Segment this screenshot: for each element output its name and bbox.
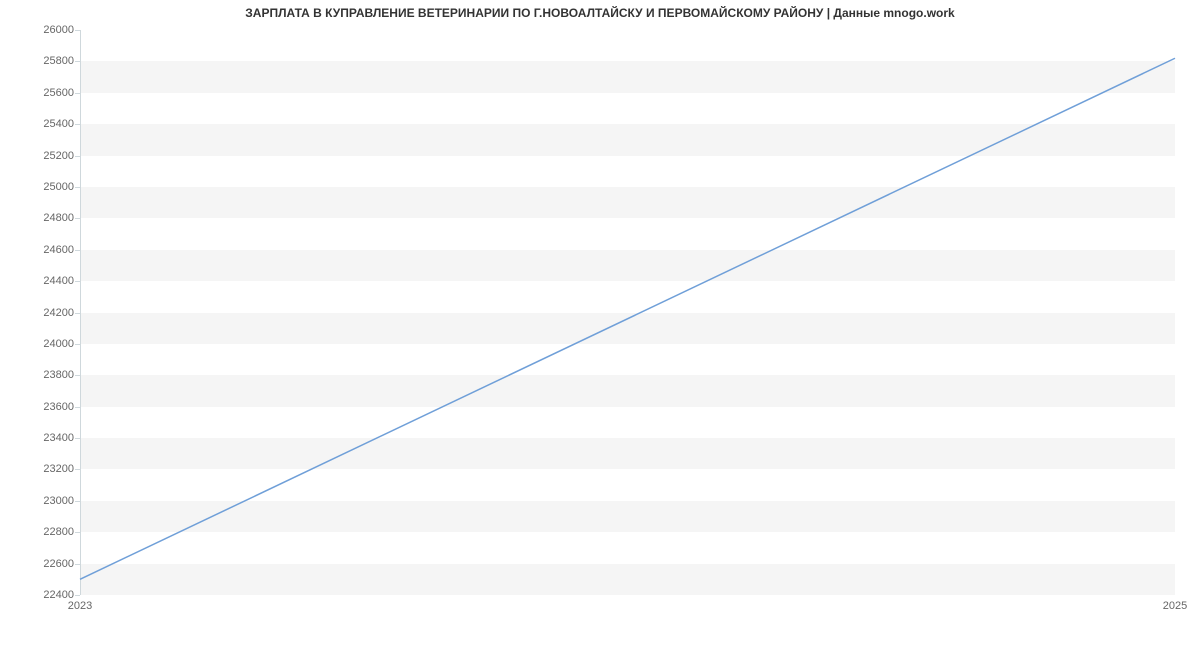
y-tick-label: 23400	[24, 432, 74, 444]
plot-area	[80, 30, 1175, 595]
y-tick-mark	[75, 344, 80, 345]
y-tick-label: 25000	[24, 181, 74, 193]
y-tick-label: 25800	[24, 55, 74, 67]
y-tick-label: 25400	[24, 118, 74, 130]
y-tick-label: 25600	[24, 87, 74, 99]
y-tick-mark	[75, 93, 80, 94]
y-tick-mark	[75, 281, 80, 282]
y-tick-label: 24400	[24, 275, 74, 287]
y-tick-mark	[75, 469, 80, 470]
y-tick-mark	[75, 313, 80, 314]
y-tick-label: 24600	[24, 244, 74, 256]
y-tick-mark	[75, 187, 80, 188]
y-tick-mark	[75, 250, 80, 251]
y-tick-label: 23200	[24, 463, 74, 475]
y-tick-mark	[75, 61, 80, 62]
y-tick-label: 22800	[24, 526, 74, 538]
y-tick-mark	[75, 375, 80, 376]
y-tick-label: 25200	[24, 150, 74, 162]
y-tick-mark	[75, 595, 80, 596]
y-tick-mark	[75, 218, 80, 219]
y-tick-label: 23000	[24, 495, 74, 507]
y-tick-mark	[75, 407, 80, 408]
y-tick-mark	[75, 124, 80, 125]
x-tick-label: 2025	[1163, 600, 1187, 612]
y-tick-mark	[75, 564, 80, 565]
y-tick-mark	[75, 438, 80, 439]
y-tick-label: 22400	[24, 589, 74, 601]
y-tick-label: 26000	[24, 24, 74, 36]
y-tick-mark	[75, 156, 80, 157]
y-tick-mark	[75, 532, 80, 533]
y-tick-mark	[75, 501, 80, 502]
y-tick-label: 23800	[24, 369, 74, 381]
y-tick-mark	[75, 30, 80, 31]
x-tick-label: 2023	[68, 600, 92, 612]
y-tick-label: 24000	[24, 338, 74, 350]
y-tick-label: 22600	[24, 558, 74, 570]
y-tick-label: 24200	[24, 307, 74, 319]
line-series	[80, 30, 1175, 595]
y-tick-label: 23600	[24, 401, 74, 413]
chart-title: ЗАРПЛАТА В КУПРАВЛЕНИЕ ВЕТЕРИНАРИИ ПО Г.…	[0, 6, 1200, 20]
y-tick-label: 24800	[24, 212, 74, 224]
